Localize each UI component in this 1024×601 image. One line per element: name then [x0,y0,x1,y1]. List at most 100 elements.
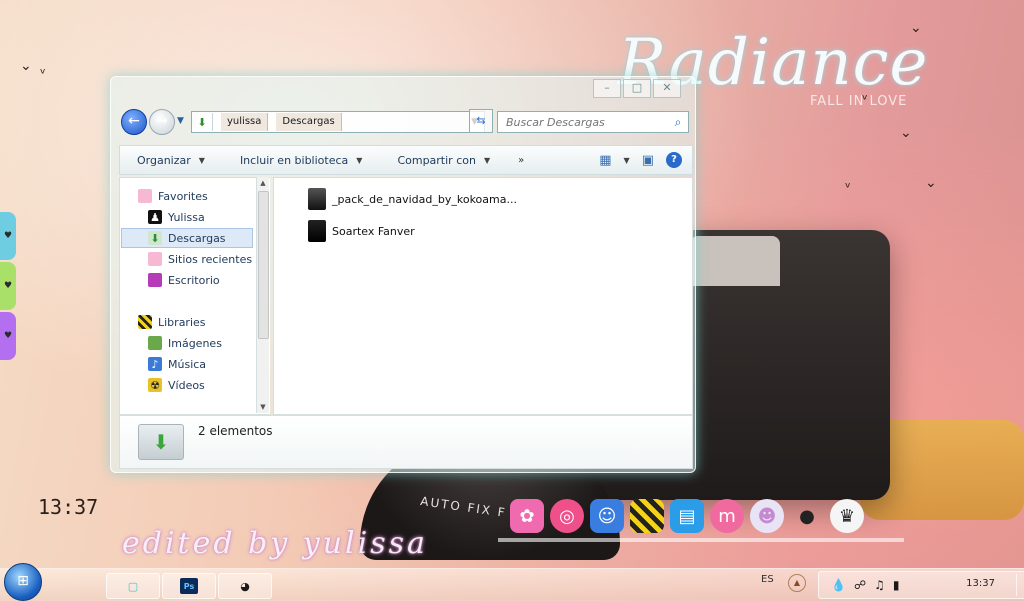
mushroom-icon[interactable]: ● [790,499,824,533]
bird-icon: ⌄ [925,175,937,191]
taskbar-clock[interactable]: 13:37 [966,578,995,589]
nav-libraries-label: Libraries [158,315,206,329]
side-tab-green[interactable]: ♥ [0,262,16,310]
photoshop-icon: Ps [180,578,198,594]
nav-favorites[interactable]: Favorites [138,186,272,206]
wallpaper-subtitle: FALL IN LOVE [810,94,908,109]
include-in-library-button[interactable]: Incluir en biblioteca ▼ [223,147,381,173]
organize-button[interactable]: Organizar ▼ [120,147,223,173]
taskbar-explorer[interactable]: ▢ [106,573,160,599]
recent-pages-dropdown[interactable]: ▼ [177,116,184,126]
share-label: Compartir con [397,153,476,167]
desktop-icon [148,273,162,287]
heart-icon: ♥ [3,331,13,341]
chevron-down-icon[interactable]: ▼ [624,156,630,165]
chevron-down-icon: ▼ [198,155,205,165]
bird-icon: ⌄ [900,125,912,141]
forward-button[interactable]: → [149,109,175,135]
bird-icon: ᵛ [845,180,851,196]
downloads-folder-icon: ⬇ [138,424,184,460]
side-tab-blue[interactable]: ♥ [0,212,16,260]
breadcrumb-descargas[interactable]: Descargas [276,113,342,131]
flower-icon[interactable]: ✿ [510,499,544,533]
show-desktop-button[interactable] [1016,574,1024,596]
user-icon: ♟ [148,210,162,224]
language-indicator[interactable]: ES [761,574,774,585]
item-count: 2 elementos [198,424,273,438]
scroll-down-arrow-icon[interactable]: ▼ [257,401,269,413]
pictures-icon [148,336,162,350]
show-hidden-icons-icon[interactable]: ▲ [788,574,806,592]
volume-icon[interactable]: ♫ [874,578,885,592]
bird-icon: ᵛ [862,92,868,108]
nav-recent-label: Sitios recientes [168,252,253,266]
wallpaper-camera-top [690,236,780,286]
dock: ✿ ◎ ☺ ▤ m ☻ ● ♛ [510,494,864,538]
explorer-window: – □ ✕ ← → ▼ ⬇ yulissa Descargas ▼ ⇆ ⌕ Or… [110,76,696,473]
more-commands-button[interactable]: » [508,155,534,166]
nav-yulissa-label: Yulissa [168,210,205,224]
maximize-button[interactable]: □ [623,79,651,98]
close-button[interactable]: ✕ [653,79,681,98]
nav-libraries[interactable]: Libraries [138,312,272,332]
organize-label: Organizar [137,153,191,167]
arrow-right-icon: → [156,113,168,129]
mickey-icon: ◕ [240,579,250,593]
wallpaper-clock: 13:37 [38,495,99,519]
chevron-down-icon: ▼ [483,155,491,165]
preview-pane-icon[interactable]: ▣ [642,153,654,168]
avatar-icon[interactable]: ♛ [830,499,864,533]
power-icon[interactable]: ▮ [893,578,900,592]
nav-scrollbar[interactable]: ▲ ▼ [256,177,269,413]
taskbar-photoshop[interactable]: Ps [162,573,216,599]
taskbar-mickey[interactable]: ◕ [218,573,272,599]
address-row: ← → ▼ ⬇ yulissa Descargas ▼ ⇆ ⌕ [121,109,691,135]
wallpaper-edited-text: edited by yulissa [122,526,428,561]
scroll-up-arrow-icon[interactable]: ▲ [257,177,269,189]
help-icon[interactable]: ? [666,152,682,168]
explorer-icon: ▢ [127,579,139,593]
refresh-icon: ⇆ [476,114,486,127]
window-controls: – □ ✕ [593,79,681,98]
command-bar: Organizar ▼ Incluir en biblioteca ▼ Comp… [119,145,693,175]
address-bar[interactable]: ⬇ yulissa Descargas ▼ [191,111,485,133]
nav-desktop-label: Escritorio [168,273,220,287]
file-item[interactable]: _pack_de_navidad_by_kokoama... [308,186,517,212]
search-icon[interactable]: ⌕ [668,115,688,130]
libraries-icon [138,315,152,329]
search-box[interactable]: ⌕ [497,111,689,133]
nav-favorites-label: Favorites [158,189,208,203]
nav-descargas[interactable]: ⬇ Descargas [121,228,253,248]
minimize-button[interactable]: – [593,79,621,98]
videos-icon: ☢ [148,378,162,392]
search-input[interactable] [498,114,668,130]
chevron-down-icon: ▼ [177,116,184,126]
finder-icon[interactable]: ☺ [590,499,624,533]
nav-music-label: Música [168,357,207,371]
back-button[interactable]: ← [121,109,147,135]
face-icon[interactable]: ☻ [750,499,784,533]
store-icon[interactable]: ▤ [670,499,704,533]
share-with-button[interactable]: Compartir con ▼ [380,147,508,173]
chevron-down-icon: ▼ [356,155,363,165]
scroll-thumb[interactable] [258,191,269,339]
donut-icon[interactable]: ◎ [550,499,584,533]
libraries-dock-icon[interactable] [630,499,664,533]
network-icon[interactable]: ☍ [854,578,866,592]
arrow-left-icon: ← [128,113,140,129]
droplet-icon[interactable]: 💧 [831,578,846,592]
refresh-button[interactable]: ⇆ [469,109,493,133]
side-tab-purple[interactable]: ♥ [0,312,16,360]
start-button[interactable]: ⊞ [4,563,42,601]
file-list: _pack_de_navidad_by_kokoama... Soartex F… [273,177,693,415]
system-tray: 💧 ☍ ♫ ▮ 13:37 [818,571,1024,599]
archive-file-icon [308,188,326,210]
music-icon: ♪ [148,357,162,371]
messenger-icon[interactable]: m [710,499,744,533]
heart-icon: ♥ [3,231,13,241]
breadcrumb-yulissa[interactable]: yulissa [221,113,269,131]
taskbar: ⊞ ▢ Ps ◕ ES ▲ 💧 ☍ ♫ ▮ 13:37 [0,563,1024,601]
view-options-icon[interactable]: ▦ [599,153,611,168]
file-item[interactable]: Soartex Fanver [308,218,415,244]
file-name: _pack_de_navidad_by_kokoama... [332,192,517,206]
